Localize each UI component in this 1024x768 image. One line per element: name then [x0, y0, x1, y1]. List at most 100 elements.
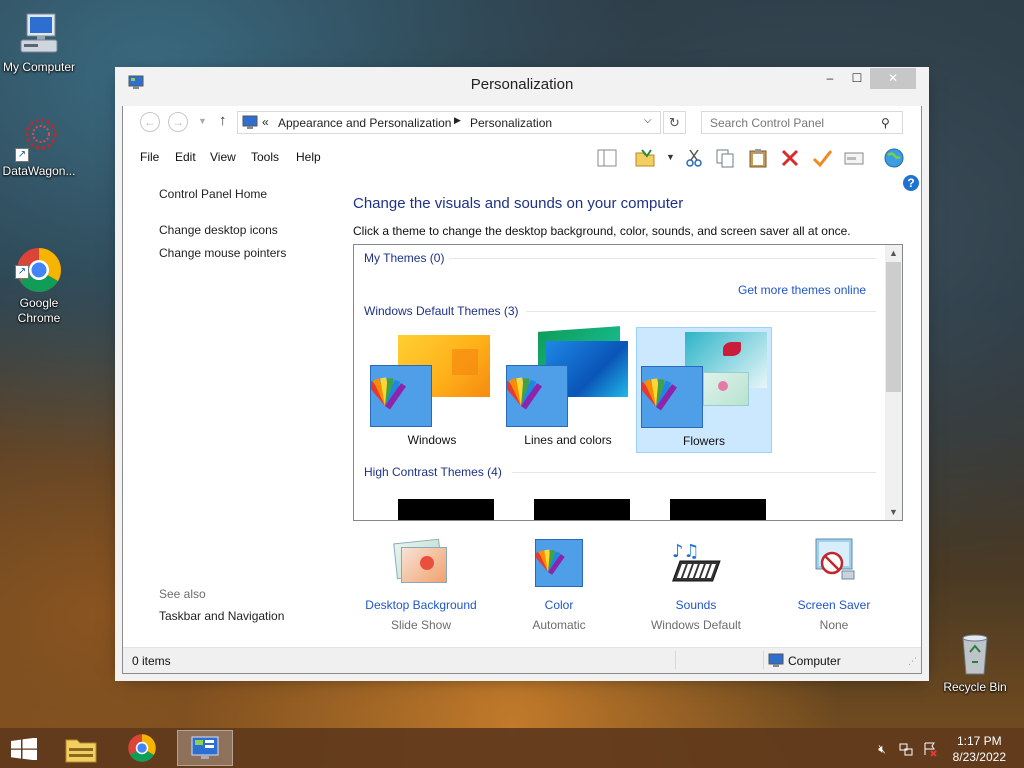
- setting-value: Slide Show: [390, 618, 452, 632]
- desktop-icon-recycle-bin[interactable]: Recycle Bin: [935, 630, 1015, 695]
- taskbar-file-explorer[interactable]: [53, 730, 109, 766]
- delete-icon[interactable]: [779, 147, 801, 169]
- theme-lines-and-colors[interactable]: Lines and colors: [500, 326, 636, 453]
- sidebar-control-panel-home[interactable]: Control Panel Home: [159, 187, 267, 201]
- windows-logo-icon: [11, 738, 37, 760]
- breadcrumb-separator-icon: ▶: [454, 115, 461, 125]
- status-item-count: 0 items: [132, 654, 171, 668]
- maximize-button[interactable]: ☐: [844, 68, 870, 89]
- desktop-icon-datawagon[interactable]: ↗ DataWagon...: [0, 114, 79, 179]
- color-palette-icon: [503, 365, 568, 427]
- group-default-themes[interactable]: Windows Default Themes (3): [364, 304, 519, 318]
- group-divider: [449, 258, 876, 259]
- search-icon: ⚲: [881, 116, 890, 130]
- sidebar-change-desktop-icons[interactable]: Change desktop icons: [159, 223, 278, 237]
- theme-high-contrast-preview[interactable]: [398, 499, 494, 520]
- desktop-background-setting[interactable]: Desktop Background Slide Show: [351, 537, 491, 632]
- cut-icon[interactable]: [683, 147, 705, 169]
- themes-scrollbar[interactable]: ▲ ▼: [885, 245, 902, 520]
- network-icon[interactable]: [898, 741, 914, 757]
- volume-muted-icon[interactable]: 🔇︎: [874, 741, 890, 757]
- theme-windows[interactable]: Windows: [364, 327, 500, 453]
- status-divider: [763, 651, 764, 669]
- taskbar-google-chrome[interactable]: [115, 730, 171, 766]
- theme-label: Lines and colors: [524, 433, 612, 447]
- globe-icon[interactable]: [883, 147, 905, 169]
- page-description: Click a theme to change the desktop back…: [353, 224, 851, 238]
- resize-grip-icon[interactable]: ⋰: [908, 656, 917, 667]
- desktop-icon-google-chrome[interactable]: ↗ Google Chrome: [0, 216, 79, 341]
- menu-help[interactable]: Help: [296, 150, 321, 164]
- properties-icon[interactable]: [843, 147, 865, 169]
- see-also-label: See also: [159, 587, 206, 601]
- desktop-icon-label: Google Chrome: [17, 296, 61, 325]
- theme-high-contrast-preview[interactable]: [670, 499, 766, 520]
- breadcrumb-personalization[interactable]: Personalization: [470, 116, 552, 130]
- back-button[interactable]: ←: [140, 112, 160, 132]
- color-palette-icon: [529, 537, 589, 589]
- search-input[interactable]: Search Control Panel: [701, 111, 903, 134]
- action-center-icon[interactable]: [922, 741, 938, 757]
- status-bar: 0 items Computer ⋰: [123, 647, 921, 673]
- sounds-setting[interactable]: ♪♫ Sounds Windows Default: [626, 537, 766, 632]
- theme-label: Windows: [407, 433, 457, 447]
- refresh-button[interactable]: ↻: [663, 111, 686, 134]
- setting-name[interactable]: Sounds: [626, 598, 766, 612]
- color-setting[interactable]: Color Automatic: [489, 537, 629, 632]
- address-bar[interactable]: « Appearance and Personalization ▶ Perso…: [237, 111, 661, 134]
- menu-view[interactable]: View: [210, 150, 236, 164]
- title-bar[interactable]: Personalization – ☐ ✕: [116, 68, 928, 106]
- forward-button[interactable]: →: [168, 112, 188, 132]
- desktop-icon-my-computer[interactable]: My Computer: [0, 10, 79, 75]
- setting-name[interactable]: Desktop Background: [351, 598, 491, 612]
- help-icon[interactable]: ?: [903, 175, 919, 191]
- theme-flowers[interactable]: Flowers: [636, 327, 772, 453]
- breadcrumb-prefix[interactable]: «: [262, 115, 269, 129]
- copy-icon[interactable]: [714, 147, 736, 169]
- recent-pages-button[interactable]: ▼: [198, 116, 207, 126]
- clock-time: 1:17 PM: [956, 734, 1002, 748]
- chevron-down-icon[interactable]: ▼: [666, 152, 675, 162]
- recycle-bin-icon: [951, 630, 999, 678]
- layout-pane-icon[interactable]: [596, 147, 618, 169]
- group-high-contrast[interactable]: High Contrast Themes (4): [364, 465, 502, 479]
- sidebar-change-mouse-pointers[interactable]: Change mouse pointers: [159, 246, 286, 260]
- setting-name[interactable]: Screen Saver: [764, 598, 904, 612]
- menu-tools[interactable]: Tools: [251, 150, 279, 164]
- up-button[interactable]: ↑: [219, 112, 227, 129]
- window-title: Personalization: [470, 76, 574, 93]
- desktop-icon-label: DataWagon...: [2, 164, 76, 178]
- breadcrumb-appearance[interactable]: Appearance and Personalization: [278, 116, 451, 130]
- system-clock[interactable]: 1:17 PM 8/23/2022: [953, 733, 1006, 765]
- chevron-down-icon[interactable]: ⌵: [644, 115, 652, 126]
- taskbar-control-panel[interactable]: [177, 730, 233, 766]
- folder-options-icon[interactable]: [634, 147, 656, 169]
- desktop-icon-label: Recycle Bin: [943, 680, 1007, 694]
- start-button[interactable]: [0, 730, 48, 766]
- menu-file[interactable]: File: [140, 150, 159, 164]
- minimize-button[interactable]: –: [817, 68, 843, 89]
- scroll-up-icon[interactable]: ▲: [885, 245, 902, 261]
- shortcut-arrow-icon: ↗: [15, 148, 29, 162]
- group-divider: [512, 472, 876, 473]
- theme-high-contrast-preview[interactable]: [534, 499, 630, 520]
- screen-saver-setting[interactable]: Screen Saver None: [764, 537, 904, 632]
- theme-preview-flowers: [703, 372, 749, 406]
- checkmark-icon[interactable]: [811, 147, 833, 169]
- setting-name[interactable]: Color: [489, 598, 629, 612]
- page-title: Change the visuals and sounds on your co…: [353, 195, 684, 212]
- sidebar-taskbar-and-navigation[interactable]: Taskbar and Navigation: [159, 609, 284, 623]
- scroll-down-icon[interactable]: ▼: [885, 504, 902, 520]
- datawagon-icon: ↗: [15, 114, 63, 162]
- desktop-background-icon: [391, 537, 451, 589]
- navigation-bar: ← → ▼ ↑ « Appearance and Personalization…: [123, 106, 921, 138]
- scrollbar-thumb[interactable]: [886, 262, 901, 392]
- setting-value: Automatic: [532, 618, 586, 632]
- computer-icon: [15, 10, 63, 58]
- menu-edit[interactable]: Edit: [175, 150, 196, 164]
- paste-icon[interactable]: [747, 147, 769, 169]
- status-location: Computer: [788, 654, 841, 668]
- get-more-themes-link[interactable]: Get more themes online: [738, 283, 866, 297]
- group-my-themes[interactable]: My Themes (0): [364, 251, 444, 265]
- close-button[interactable]: ✕: [870, 68, 916, 89]
